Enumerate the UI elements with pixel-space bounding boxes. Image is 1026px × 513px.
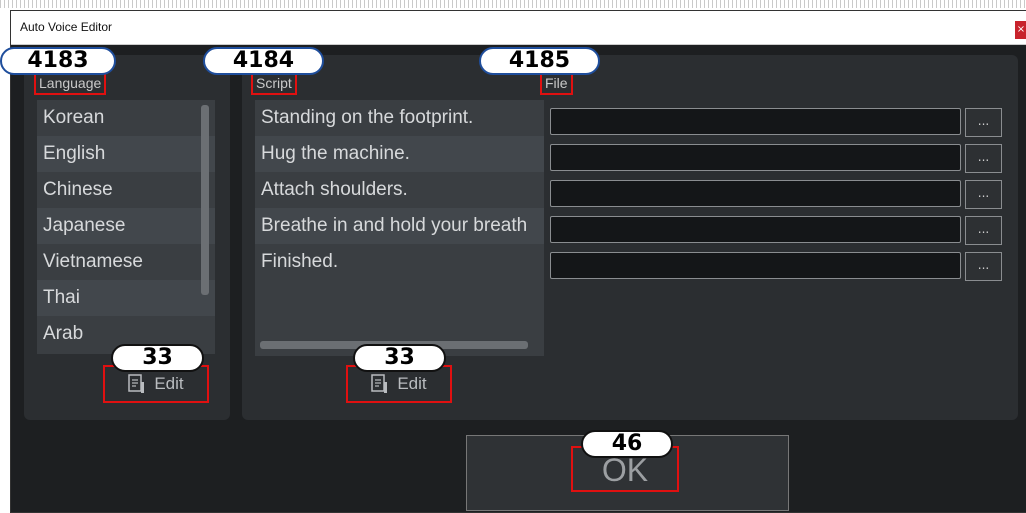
language-item[interactable]: English	[37, 136, 215, 172]
file-row: ...	[550, 144, 1004, 173]
edit-icon	[371, 374, 388, 393]
annotation-badge-language: 4183	[0, 47, 116, 75]
script-header: Script	[251, 72, 297, 95]
edit-icon	[128, 374, 145, 393]
file-path-input[interactable]	[550, 252, 961, 279]
browse-button[interactable]: ...	[965, 180, 1002, 209]
file-path-input[interactable]	[550, 108, 961, 135]
annotation-badge-edit-right: 33	[353, 344, 446, 372]
language-header: Language	[34, 72, 107, 95]
file-row: ...	[550, 108, 1004, 137]
language-edit-label: Edit	[154, 374, 184, 393]
annotation-badge-edit-left: 33	[111, 344, 204, 372]
browse-button[interactable]: ...	[965, 144, 1002, 173]
annotation-badge-file: 4185	[479, 47, 600, 75]
language-item[interactable]: Chinese	[37, 172, 215, 208]
script-item[interactable]: Breathe in and hold your breath	[255, 208, 544, 244]
script-item[interactable]: Finished.	[255, 244, 544, 280]
script-item[interactable]: Standing on the footprint.	[255, 100, 544, 136]
file-path-input[interactable]	[550, 216, 961, 243]
title-bar: Auto Voice Editor ×	[11, 11, 1026, 45]
browse-button[interactable]: ...	[965, 252, 1002, 281]
window-title: Auto Voice Editor	[20, 20, 113, 34]
browse-button[interactable]: ...	[965, 108, 1002, 137]
script-edit-label: Edit	[397, 374, 427, 393]
script-item[interactable]: Attach shoulders.	[255, 172, 544, 208]
language-scrollbar[interactable]	[201, 105, 209, 295]
file-row: ...	[550, 252, 1004, 281]
file-path-input[interactable]	[550, 144, 961, 171]
language-item[interactable]: Japanese	[37, 208, 215, 244]
script-list: Standing on the footprint. Hug the machi…	[255, 100, 544, 356]
file-row: ...	[550, 180, 1004, 209]
close-icon[interactable]: ×	[1015, 21, 1026, 39]
annotation-badge-ok: 46	[581, 430, 673, 458]
script-item[interactable]: Hug the machine.	[255, 136, 544, 172]
file-row: ...	[550, 216, 1004, 245]
file-path-input[interactable]	[550, 180, 961, 207]
language-item[interactable]: Vietnamese	[37, 244, 215, 280]
language-item[interactable]: Korean	[37, 100, 215, 136]
annotation-badge-script: 4184	[203, 47, 324, 75]
browse-button[interactable]: ...	[965, 216, 1002, 245]
language-list: Korean English Chinese Japanese Vietname…	[37, 100, 215, 354]
language-item[interactable]: Thai	[37, 280, 215, 316]
file-header: File	[540, 72, 573, 95]
